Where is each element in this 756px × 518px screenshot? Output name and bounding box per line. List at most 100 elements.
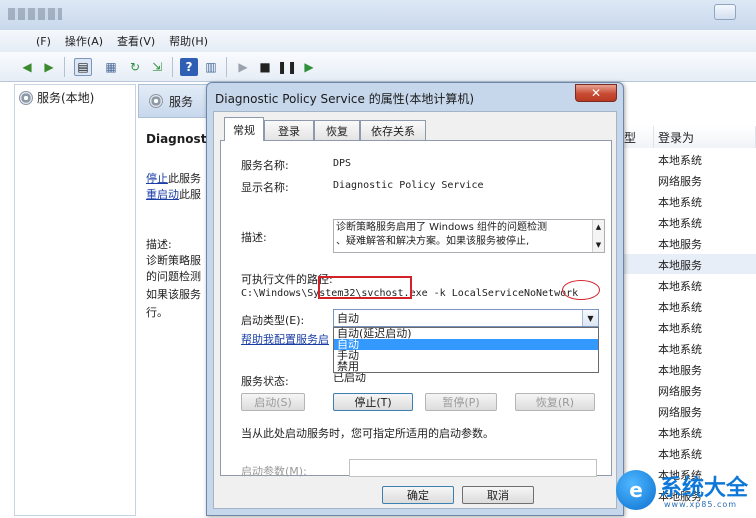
start-params-input[interactable] <box>349 459 597 477</box>
dialog-title: Diagnostic Policy Service 的属性(本地计算机) <box>215 92 475 106</box>
properties-dialog: Diagnostic Policy Service 的属性(本地计算机) ✕ 常… <box>206 82 624 516</box>
startup-option-automatic[interactable]: 自动 <box>334 339 598 350</box>
desc-label: 描述: <box>146 238 172 251</box>
desc-line: 行。 <box>146 306 168 319</box>
logon-cell: 本地系统 <box>658 217 702 230</box>
watermark-brand: 系统大全 <box>660 476 749 501</box>
description-label: 描述: <box>241 231 267 244</box>
logon-cell: 本地服务 <box>658 259 702 272</box>
logon-cell: 本地系统 <box>658 427 702 440</box>
logon-cell: 本地系统 <box>658 280 702 293</box>
startup-type-dropdown-list: 自动(延迟启动) 自动 手动 禁用 <box>333 327 599 373</box>
logon-cell: 本地系统 <box>658 343 702 356</box>
logon-cell: 本地系统 <box>658 154 702 167</box>
service-status-label: 服务状态: <box>241 375 289 388</box>
ok-button[interactable]: 确定 <box>382 486 454 504</box>
tab-recovery[interactable]: 恢复 <box>314 120 360 140</box>
main-window-titlebar <box>0 0 756 30</box>
desc-line: 诊断策略服 <box>146 254 201 267</box>
refresh-icon[interactable]: ↻ <box>126 58 144 76</box>
console-tree-icon[interactable]: ▤ <box>74 58 92 76</box>
logon-cell: 本地系统 <box>658 301 702 314</box>
menu-bar: (F) 操作(A) 查看(V) 帮助(H) <box>0 30 756 52</box>
dialog-close-button[interactable]: ✕ <box>575 84 617 102</box>
window-title-blurred <box>8 8 62 20</box>
stop-service-link-row: 停止此服务 <box>146 170 201 186</box>
display-name-label: 显示名称: <box>241 181 289 194</box>
restart-service-link-row: 重启动此服 <box>146 186 201 202</box>
dialog-body: 常规 登录 恢复 依存关系 服务名称: DPS 显示名称: Diagnostic… <box>213 111 617 509</box>
help-configure-startup-link[interactable]: 帮助我配置服务启 <box>241 331 329 347</box>
scroll-up-icon[interactable]: ▲ <box>596 220 601 234</box>
console-tree: 服务(本地) <box>14 84 136 516</box>
service-name-label: 服务名称: <box>241 159 289 172</box>
startup-type-select[interactable]: 自动 ▼ <box>333 309 599 327</box>
services-header-label: 服务 <box>169 94 194 109</box>
extended-description-pane: Diagnosti 停止此服务 重启动此服 描述: 诊断策略服 的问题检测 如果… <box>138 118 211 516</box>
stop-button[interactable]: 停止(T) <box>333 393 413 411</box>
desc-line: 的问题检测 <box>146 270 201 283</box>
play-icon[interactable]: ▶ <box>234 58 252 76</box>
selected-service-title: Diagnosti <box>146 132 211 146</box>
cancel-button[interactable]: 取消 <box>462 486 534 504</box>
stop-service-link[interactable]: 停止 <box>146 172 168 185</box>
stop-icon[interactable]: ■ <box>256 58 274 76</box>
column-header-startup-type[interactable]: 型 <box>620 126 654 148</box>
resume-button[interactable]: 恢复(R) <box>515 393 595 411</box>
tab-dependencies[interactable]: 依存关系 <box>360 120 426 140</box>
menu-file[interactable]: (F) <box>36 35 51 48</box>
annotation-highlight-box <box>318 276 412 299</box>
start-button[interactable]: 启动(S) <box>241 393 305 411</box>
restart-service-link[interactable]: 重启动 <box>146 188 179 201</box>
services-header-gear-icon <box>149 94 163 108</box>
logon-cell: 网络服务 <box>658 175 702 188</box>
tab-general[interactable]: 常规 <box>224 117 264 141</box>
startup-type-label: 启动类型(E): <box>241 314 305 327</box>
general-tab-page: 服务名称: DPS 显示名称: Diagnostic Policy Servic… <box>220 140 612 478</box>
watermark-url: www.xp85.com <box>664 500 738 509</box>
view-icon[interactable]: ▥ <box>202 58 220 76</box>
menu-view[interactable]: 查看(V) <box>117 33 155 49</box>
watermark-emblem-icon: e <box>616 470 656 510</box>
help-icon[interactable]: ? <box>180 58 198 76</box>
tree-item-services-local[interactable]: 服务(本地) <box>19 89 94 106</box>
resume-icon[interactable]: ▶ <box>300 58 318 76</box>
restart-link-suffix: 此服 <box>179 188 201 201</box>
properties-icon[interactable]: ▦ <box>102 58 120 76</box>
logon-cell: 本地系统 <box>658 196 702 209</box>
description-line: 诊断策略服务启用了 Windows 组件的问题检测 <box>336 222 547 233</box>
startup-type-selected-value: 自动 <box>337 312 359 325</box>
forward-arrow-icon[interactable]: ▶ <box>40 58 58 76</box>
toolbar: ◀ ▶ ▤ ▦ ↻ ⇲ ? ▥ ▶ ■ ❚❚ ▶ <box>0 52 756 82</box>
pause-button[interactable]: 暂停(P) <box>425 393 497 411</box>
stop-link-suffix: 此服务 <box>168 172 201 185</box>
services-gear-icon <box>19 90 33 105</box>
logon-cell: 本地系统 <box>658 322 702 335</box>
start-params-label: 启动参数(M): <box>241 465 307 478</box>
logon-cell: 本地系统 <box>658 448 702 461</box>
annotation-highlight-oval <box>562 280 600 300</box>
startup-option-disabled[interactable]: 禁用 <box>334 361 598 372</box>
startup-option-automatic-delayed[interactable]: 自动(延迟启动) <box>334 328 598 339</box>
desc-line: 如果该服务 <box>146 288 201 301</box>
pause-icon[interactable]: ❚❚ <box>277 58 297 76</box>
logon-cell: 本地服务 <box>658 238 702 251</box>
scroll-down-icon[interactable]: ▼ <box>596 238 601 252</box>
description-scrollbar[interactable]: ▲ ▼ <box>592 220 604 252</box>
startup-option-manual[interactable]: 手动 <box>334 350 598 361</box>
column-header-log-on-as[interactable]: 登录为 <box>654 126 756 148</box>
description-textbox[interactable]: 诊断策略服务启用了 Windows 组件的问题检测 、疑难解答和解决方案。如果该… <box>333 219 605 253</box>
logon-cell: 网络服务 <box>658 385 702 398</box>
service-name-value: DPS <box>333 158 352 169</box>
chevron-down-icon[interactable]: ▼ <box>582 310 598 326</box>
tab-log-on[interactable]: 登录 <box>264 120 314 140</box>
tree-item-label: 服务(本地) <box>37 91 95 105</box>
start-params-hint: 当从此处启动服务时，您可指定所适用的启动参数。 <box>241 427 494 440</box>
description-line: 、疑难解答和解决方案。如果该服务被停止, <box>336 236 530 247</box>
minimize-button[interactable] <box>714 4 736 20</box>
menu-help[interactable]: 帮助(H) <box>169 33 208 49</box>
logon-cell: 本地服务 <box>658 364 702 377</box>
export-icon[interactable]: ⇲ <box>148 58 166 76</box>
menu-action[interactable]: 操作(A) <box>65 33 103 49</box>
back-arrow-icon[interactable]: ◀ <box>18 58 36 76</box>
